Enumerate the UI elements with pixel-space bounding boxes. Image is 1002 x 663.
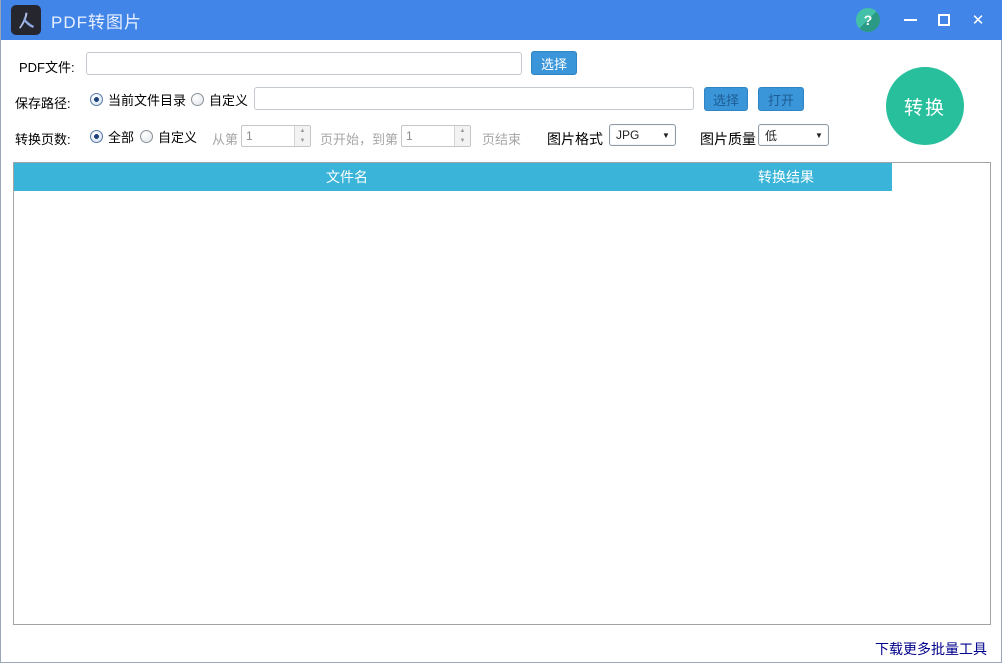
radio-save-custom[interactable]: 自定义 (191, 90, 248, 109)
chevron-down-icon: ▼ (657, 131, 675, 140)
image-format-select[interactable]: JPG ▼ (609, 124, 676, 146)
pdf-file-input[interactable] (86, 52, 522, 75)
radio-checked-icon (90, 130, 103, 143)
image-format-value: JPG (610, 128, 657, 142)
column-header-filename[interactable]: 文件名 (14, 163, 680, 191)
radio-save-current-dir-label: 当前文件目录 (108, 90, 186, 109)
page-start-value: 1 (242, 126, 294, 146)
radio-pages-custom-label: 自定义 (158, 127, 197, 146)
pdf-file-select-button[interactable]: 选择 (531, 51, 577, 75)
stepper-down-icon[interactable]: ▼ (295, 136, 310, 146)
radio-unchecked-icon (140, 130, 153, 143)
download-more-tools-link[interactable]: 下载更多批量工具 (875, 639, 987, 659)
app-window: PDF转图片 ? ✕ PDF文件: 选择 保存路径: 当前文件目录 自定义 选择… (0, 0, 1002, 663)
pdf-file-label: PDF文件: (19, 57, 75, 76)
image-quality-value: 低 (759, 127, 810, 144)
minimize-button[interactable] (893, 0, 927, 40)
page-start-stepper[interactable]: 1 ▲ ▼ (241, 125, 311, 147)
chevron-down-icon: ▼ (810, 131, 828, 140)
pages-label: 转换页数: (15, 129, 71, 148)
window-title: PDF转图片 (51, 0, 142, 40)
radio-pages-all[interactable]: 全部 (90, 127, 134, 146)
image-quality-select[interactable]: 低 ▼ (758, 124, 829, 146)
stepper-arrows[interactable]: ▲ ▼ (454, 126, 470, 146)
stepper-up-icon[interactable]: ▲ (295, 126, 310, 136)
titlebar: PDF转图片 ? ✕ (1, 0, 1002, 40)
maximize-button[interactable] (927, 0, 961, 40)
stepper-up-icon[interactable]: ▲ (455, 126, 470, 136)
stepper-down-icon[interactable]: ▼ (455, 136, 470, 146)
column-header-result[interactable]: 转换结果 (680, 163, 892, 191)
close-button[interactable]: ✕ (961, 0, 995, 40)
page-end-value: 1 (402, 126, 454, 146)
save-path-select-button[interactable]: 选择 (704, 87, 748, 111)
page-end-stepper[interactable]: 1 ▲ ▼ (401, 125, 471, 147)
radio-save-custom-label: 自定义 (209, 90, 248, 109)
radio-pages-all-label: 全部 (108, 127, 134, 146)
file-table: 文件名 转换结果 (13, 162, 991, 625)
table-body (14, 191, 990, 624)
pages-from-label: 从第 (212, 129, 238, 148)
save-path-label: 保存路径: (15, 93, 71, 112)
radio-pages-custom[interactable]: 自定义 (140, 127, 197, 146)
image-quality-label: 图片质量 (700, 129, 756, 149)
app-logo-icon (11, 5, 41, 35)
radio-checked-icon (90, 93, 103, 106)
minimize-icon (904, 19, 917, 21)
radio-save-current-dir[interactable]: 当前文件目录 (90, 90, 186, 109)
image-format-label: 图片格式 (547, 129, 603, 149)
stepper-arrows[interactable]: ▲ ▼ (294, 126, 310, 146)
radio-unchecked-icon (191, 93, 204, 106)
maximize-icon (938, 14, 950, 26)
save-path-open-button[interactable]: 打开 (758, 87, 804, 111)
pages-end-label: 页结束 (482, 129, 521, 148)
pages-start-label: 页开始，到第 (320, 129, 398, 148)
table-header: 文件名 转换结果 (14, 163, 892, 191)
save-path-input[interactable] (254, 87, 694, 110)
convert-button[interactable]: 转换 (886, 67, 964, 145)
help-button[interactable]: ? (856, 8, 880, 32)
